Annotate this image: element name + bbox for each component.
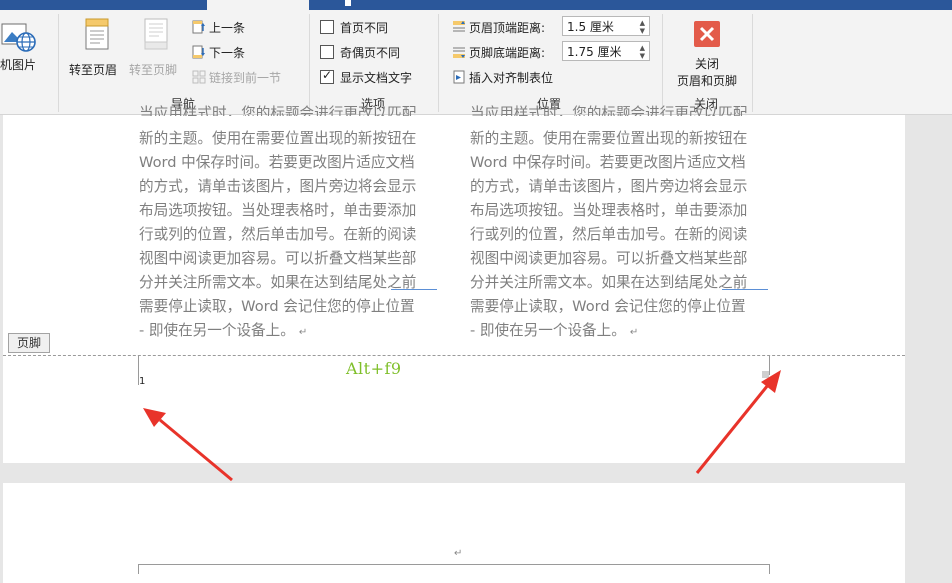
show-document-text-label: 显示文档文字 [340,71,413,85]
right-column-clipped-line: 当应用样式时，您的标题会进行更改以匹配 [470,104,768,116]
footer-margin-corner-right [769,355,797,375]
checkbox-box[interactable] [320,20,334,34]
spelling-underline [391,289,437,290]
left-column-clipped-line: 当应用样式时，您的标题会进行更改以匹配 [139,104,437,116]
text-line: 行或列的位置，然后单击加号。在新的阅读 [139,226,417,243]
close-header-footer-button[interactable]: 关闭 页眉和页脚 [668,16,746,92]
text-line: - 即使在另一个设备上。 [470,322,626,339]
right-text-column[interactable]: 新的主题。使用在需要位置出现的新按钮在 Word 中保存时间。若要更改图片适应文… [470,127,768,343]
previous-label: 上一条 [209,21,246,35]
goto-header-button[interactable]: 转至页眉 [66,16,128,86]
next-label: 下一条 [209,46,246,60]
footer-anchor-marker [762,371,769,378]
paragraph-mark: ↵ [454,548,463,559]
group-separator [752,14,753,112]
spin-down-icon[interactable]: ▼ [640,52,645,60]
clipped-text: 当应用样式时，您的标题会进行更改以匹配 [139,105,417,116]
link-icon [192,70,206,84]
checkbox-box[interactable] [320,45,334,59]
text-line: 新的主题。使用在需要位置出现的新按钮在 [470,130,748,147]
footer-tab-label: 页脚 [8,333,50,353]
paragraph-mark: ↵ [629,327,639,338]
alignment-tab-icon [453,70,465,84]
online-picture-label: 机图片 [0,58,37,72]
header-top-distance-label: 页眉顶端距离: [452,19,545,36]
group-separator [662,14,663,112]
close-label-line1: 关闭 [694,57,719,71]
text-line: 分并关注所需文本。如果在达到结尾处之前 [470,274,748,291]
text-line: Word 中保存时间。若要更改图片适应文档 [139,154,415,171]
goto-footer-label: 转至页脚 [129,63,178,77]
close-label-line2: 页眉和页脚 [676,74,737,88]
insert-alignment-tab-label: 插入对齐制表位 [469,71,554,85]
previous-button[interactable]: 上一条 [192,19,245,36]
spelling-underline [722,289,768,290]
previous-icon [192,20,205,34]
online-picture-button[interactable]: 机图片 [0,10,50,92]
header-distance-icon [453,21,465,32]
text-line: 分并关注所需文本。如果在达到结尾处之前 [139,274,417,291]
group-separator [58,14,59,112]
page-number[interactable]: 1 [139,376,145,387]
text-line-last: - 即使在另一个设备上。 ↵ [470,319,768,343]
first-page-different-checkbox[interactable]: 首页不同 [320,19,430,37]
footer-distance-icon [453,47,465,58]
odd-even-different-label: 奇偶页不同 [340,46,401,60]
text-line: 的方式，请单击该图片，图片旁边将会显示 [470,178,748,195]
group-separator [438,14,439,112]
odd-even-different-checkbox[interactable]: 奇偶页不同 [320,44,430,62]
text-line: 视图中阅读更加容易。可以折叠文档某些部 [470,250,748,267]
header-top-distance-value: 1.5 厘米 [567,20,614,34]
spin-down-icon[interactable]: ▼ [640,27,645,35]
left-text-column[interactable]: 新的主题。使用在需要位置出现的新按钮在 Word 中保存时间。若要更改图片适应文… [139,127,437,343]
footer-bottom-distance-label: 页脚底端距离: [452,44,545,61]
online-picture-icon [1,23,36,52]
close-icon [694,21,720,47]
text-line: 布局选项按钮。当处理表格时，单击要添加 [470,202,748,219]
goto-header-icon [85,18,109,50]
spin-up-icon[interactable]: ▲ [640,44,645,52]
link-to-previous-label: 链接到前一节 [209,71,282,85]
next-button[interactable]: 下一条 [192,44,245,61]
paragraph-mark: ↵ [298,327,308,338]
text-line: 新的主题。使用在需要位置出现的新按钮在 [139,130,417,147]
text-line: 视图中阅读更加容易。可以折叠文档某些部 [139,250,417,267]
show-document-text-checkbox[interactable]: 显示文档文字 [320,68,430,87]
header-top-distance-spinner[interactable]: 1.5 厘米 ▲ ▼ [562,16,650,36]
text-line: Word 中保存时间。若要更改图片适应文档 [470,154,746,171]
text-line: 的方式，请单击该图片，图片旁边将会显示 [139,178,417,195]
active-ribbon-tab[interactable] [207,0,351,10]
next-icon [192,45,205,59]
footer-bottom-distance-text: 页脚底端距离: [469,46,546,60]
header-separator-line [138,564,770,565]
first-page-different-label: 首页不同 [340,21,389,35]
shortcut-annotation: Alt+f9 [346,359,402,378]
text-line: 需要停止读取，Word 会记住您的停止位置 [470,298,746,315]
checkbox-box-checked[interactable] [320,68,334,84]
group-separator [309,14,310,112]
footer-margin-corner-left [111,355,139,385]
header-top-distance-text: 页眉顶端距离: [469,21,546,35]
text-line: - 即使在另一个设备上。 [139,322,295,339]
spin-up-icon[interactable]: ▲ [640,19,645,27]
clipped-text: 当应用样式时，您的标题会进行更改以匹配 [470,105,748,116]
footer-bottom-distance-value: 1.75 厘米 [567,45,622,59]
goto-footer-button[interactable]: 转至页脚 [128,16,188,86]
ribbon-header-footer-tools: 机图片 转至页眉 转至页脚 上一条 下一条 链接到前一节 导航 首页不同 奇偶页… [0,10,952,115]
link-to-previous-button[interactable]: 链接到前一节 [192,69,281,86]
text-line: 需要停止读取，Word 会记住您的停止位置 [139,298,415,315]
footer-bottom-distance-spinner[interactable]: 1.75 厘米 ▲ ▼ [562,41,650,61]
text-line: 行或列的位置，然后单击加号。在新的阅读 [470,226,748,243]
title-bar [0,0,952,10]
goto-header-label: 转至页眉 [69,63,118,77]
text-line: 布局选项按钮。当处理表格时，单击要添加 [139,202,417,219]
text-line-last: - 即使在另一个设备上。 ↵ [139,319,437,343]
goto-footer-icon [144,18,168,50]
insert-alignment-tab-button[interactable]: 插入对齐制表位 [452,69,553,86]
